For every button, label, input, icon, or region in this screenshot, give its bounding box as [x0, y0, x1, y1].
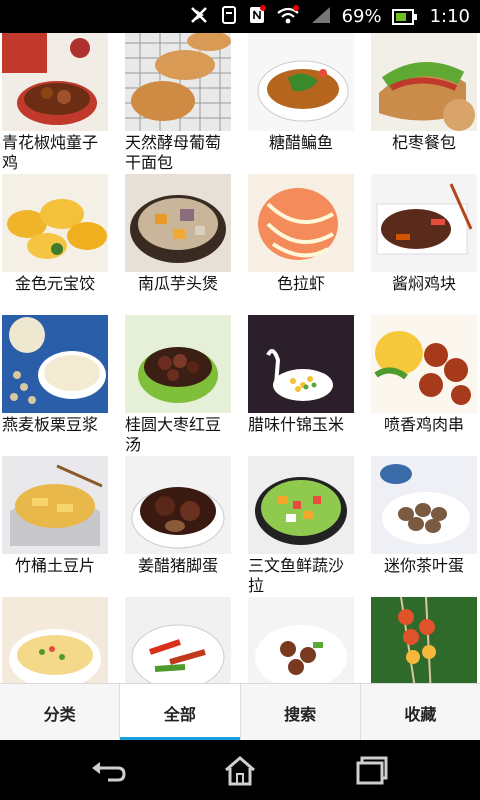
- recipe-title: 糖醋鳊鱼: [268, 133, 333, 152]
- recipe-title: 南瓜芋头煲: [137, 274, 218, 293]
- recipe-item[interactable]: 糖醋鳊鱼: [248, 33, 354, 153]
- recipe-image: [371, 456, 477, 554]
- recipe-title: 金色元宝饺: [14, 274, 95, 293]
- recipe-item[interactable]: 姜醋猪脚蛋: [125, 456, 231, 576]
- recipe-item[interactable]: 三文鱼鲜蔬沙拉: [248, 456, 354, 596]
- recipe-image: [371, 174, 477, 272]
- recipe-image: [2, 597, 108, 683]
- tab-label: 收藏: [404, 704, 437, 724]
- recipe-item[interactable]: 竹桶土豆片: [2, 456, 108, 576]
- recipe-title: 姜醋猪脚蛋: [137, 556, 218, 575]
- tab-label: 分类: [43, 704, 76, 724]
- recipe-image: [2, 174, 108, 272]
- tab-label: 搜索: [284, 704, 317, 724]
- recipe-title: 喷香鸡肉串: [383, 415, 464, 434]
- back-icon[interactable]: [88, 754, 128, 786]
- tab-favorites[interactable]: 收藏: [359, 684, 480, 741]
- recent-apps-icon[interactable]: [352, 754, 392, 786]
- tab-search[interactable]: 搜索: [239, 684, 360, 741]
- recipe-image: [2, 315, 108, 413]
- recipe-image: [248, 315, 354, 413]
- bottom-tab-bar: 分类 全部 搜索 收藏: [0, 683, 480, 741]
- signal-icon: [310, 5, 332, 29]
- recipe-grid: 青花椒炖童子鸡 天然酵母葡萄干面包 糖醋鳊鱼 杞枣餐包 金色元宝饺 南瓜芋头煲: [0, 33, 480, 683]
- wifi-icon: [276, 4, 300, 29]
- recipe-item[interactable]: 燕麦板栗豆浆: [2, 315, 108, 435]
- vibrate-icon: [220, 5, 238, 29]
- tab-label: 全部: [163, 704, 196, 724]
- home-icon[interactable]: [220, 754, 260, 786]
- recipe-item[interactable]: 桂圆大枣红豆汤: [125, 315, 231, 455]
- recipe-image: [248, 456, 354, 554]
- recipe-title: 腊味什锦玉米: [248, 415, 345, 434]
- recipe-image: [125, 174, 231, 272]
- recipe-item[interactable]: [371, 597, 477, 683]
- recipe-image: [371, 315, 477, 413]
- tab-category[interactable]: 分类: [0, 684, 119, 741]
- recipe-title: 酱焖鸡块: [391, 274, 456, 293]
- recipe-image: [248, 33, 354, 131]
- recipe-item[interactable]: 迷你茶叶蛋: [371, 456, 477, 576]
- recipe-item[interactable]: 酱焖鸡块: [371, 174, 477, 294]
- recipe-image: [371, 597, 477, 683]
- recipe-item[interactable]: 色拉虾: [248, 174, 354, 294]
- recipe-title: 色拉虾: [276, 274, 325, 293]
- recipe-item[interactable]: 南瓜芋头煲: [125, 174, 231, 294]
- recipe-image: [248, 174, 354, 272]
- recipe-title: 三文鱼鲜蔬沙拉: [248, 556, 345, 595]
- recipe-image: [371, 33, 477, 131]
- recipe-title: 竹桶土豆片: [14, 556, 95, 575]
- recipe-title: 天然酵母葡萄干面包: [125, 133, 222, 172]
- recipe-item[interactable]: [248, 597, 354, 683]
- battery-percent: 69%: [341, 6, 382, 27]
- nfc-icon: [248, 4, 266, 29]
- tab-all[interactable]: 全部: [119, 684, 240, 741]
- recipe-image: [2, 456, 108, 554]
- battery-icon: [391, 8, 417, 25]
- status-bar: 69% 1:10: [0, 0, 480, 33]
- recipe-item[interactable]: 青花椒炖童子鸡: [2, 33, 108, 173]
- recipe-item[interactable]: 杞枣餐包: [371, 33, 477, 153]
- recipe-title: 燕麦板栗豆浆: [2, 415, 99, 434]
- recipe-item[interactable]: 喷香鸡肉串: [371, 315, 477, 435]
- recipe-item[interactable]: 天然酵母葡萄干面包: [125, 33, 231, 173]
- system-nav-bar: [0, 740, 480, 800]
- recipe-item[interactable]: [125, 597, 231, 683]
- recipe-image: [125, 315, 231, 413]
- recipe-image: [125, 33, 231, 131]
- recipe-item[interactable]: 金色元宝饺: [2, 174, 108, 294]
- recipe-image: [248, 597, 354, 683]
- recipe-image: [125, 456, 231, 554]
- recipe-item[interactable]: 腊味什锦玉米: [248, 315, 354, 435]
- status-icons: 69% 1:10: [188, 0, 470, 33]
- recipe-title: 桂圆大枣红豆汤: [125, 415, 222, 454]
- recipe-image: [2, 33, 108, 131]
- recipe-image: [125, 597, 231, 683]
- bluetooth-off-icon: [188, 5, 210, 29]
- clock: 1:10: [429, 6, 470, 27]
- recipe-title: 杞枣餐包: [391, 133, 456, 152]
- recipe-title: 青花椒炖童子鸡: [2, 133, 99, 172]
- recipe-item[interactable]: [2, 597, 108, 683]
- recipe-title: 迷你茶叶蛋: [383, 556, 464, 575]
